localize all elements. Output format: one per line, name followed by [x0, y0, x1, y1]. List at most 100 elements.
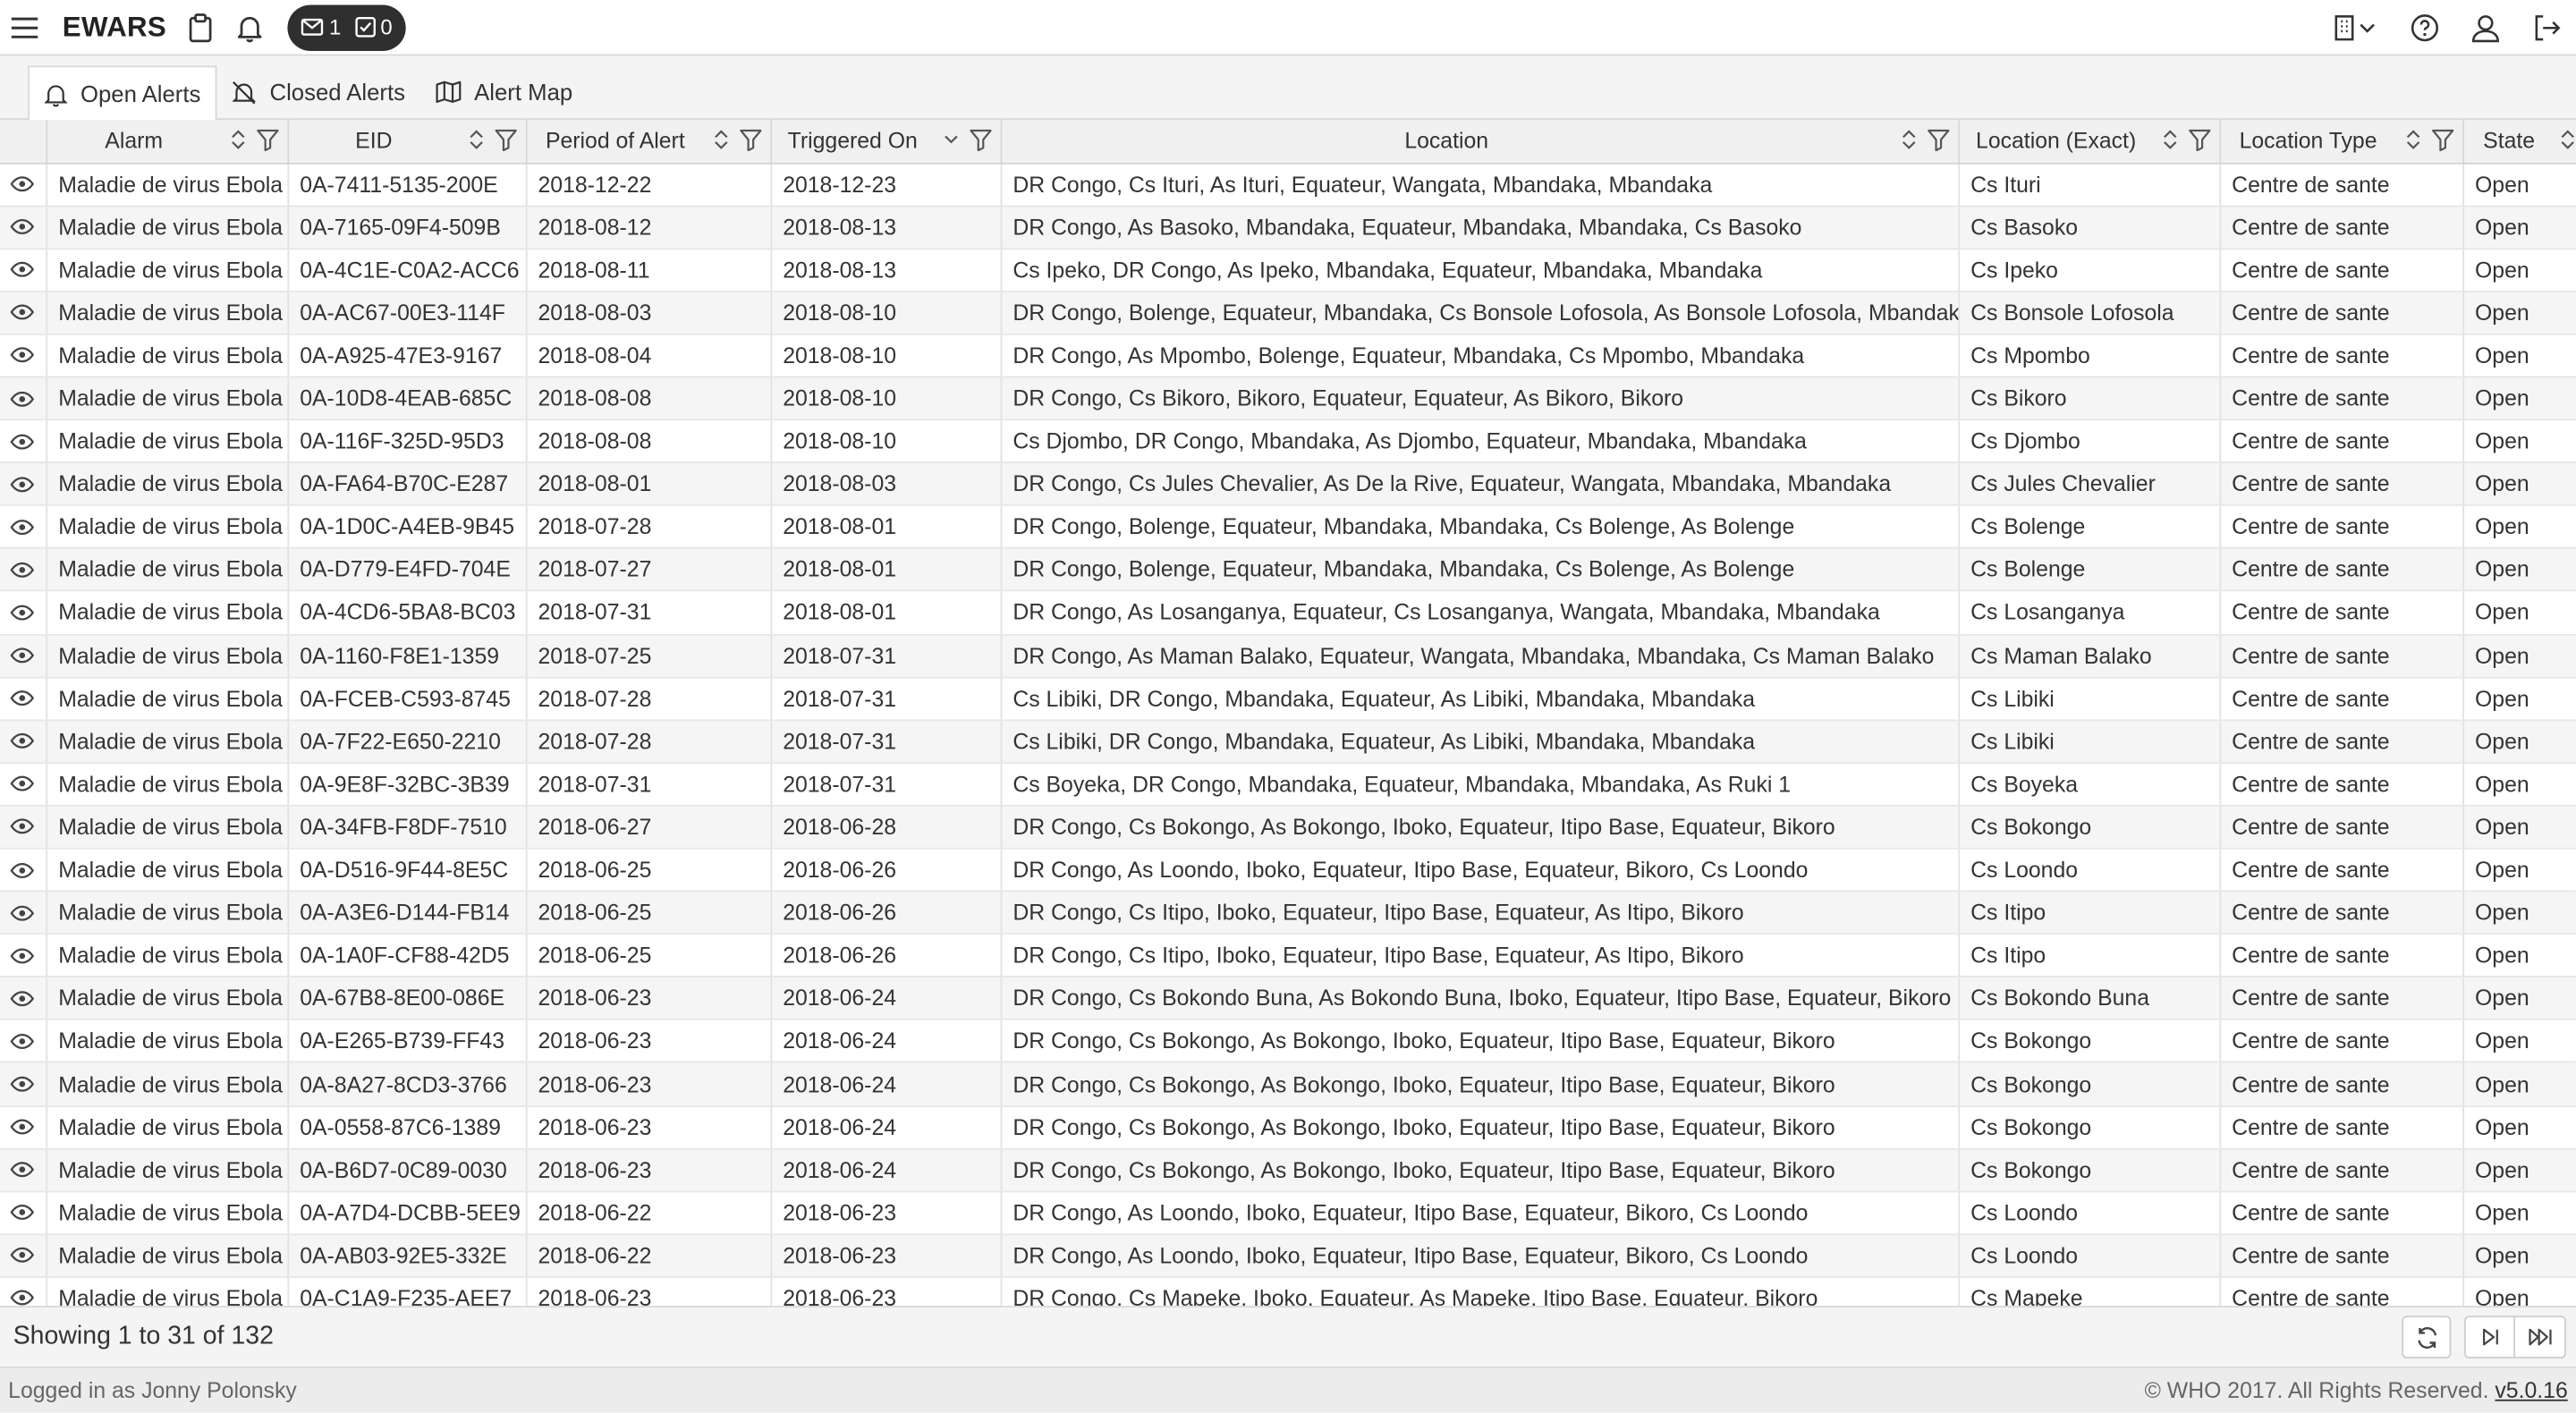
- header-state[interactable]: State: [2462, 120, 2576, 164]
- table-row[interactable]: Maladie de virus Ebola 0A-1D0C-A4EB-9B45 2…: [0, 505, 2576, 550]
- view-alert-eye-icon[interactable]: [0, 591, 47, 635]
- sort-icon[interactable]: [2404, 128, 2420, 151]
- tab-closed-alerts[interactable]: Closed Alerts: [217, 65, 420, 118]
- version-link[interactable]: v5.0.16: [2495, 1378, 2567, 1403]
- table-row[interactable]: Maladie de virus Ebola 0A-34FB-F8DF-7510 2…: [0, 805, 2576, 850]
- table-row[interactable]: Maladie de virus Ebola 0A-7F22-E650-2210 2…: [0, 719, 2576, 764]
- sort-icon[interactable]: [712, 128, 728, 151]
- sort-icon[interactable]: [1900, 128, 1916, 151]
- bell-icon[interactable]: [225, 0, 275, 55]
- table-row[interactable]: Maladie de virus Ebola 0A-FA64-B70C-E287 2…: [0, 462, 2576, 507]
- tab-open-alerts[interactable]: Open Alerts: [28, 65, 217, 121]
- menu-icon[interactable]: [0, 0, 49, 55]
- organization-dropdown[interactable]: [2321, 0, 2394, 55]
- view-alert-eye-icon[interactable]: [0, 1148, 47, 1192]
- view-alert-eye-icon[interactable]: [0, 505, 47, 550]
- view-alert-eye-icon[interactable]: [0, 891, 47, 935]
- logout-icon[interactable]: [2515, 0, 2576, 55]
- filter-icon[interactable]: [969, 128, 992, 151]
- header-location-exact[interactable]: Location (Exact): [1958, 120, 2221, 164]
- view-alert-eye-icon[interactable]: [0, 162, 47, 207]
- table-row[interactable]: Maladie de virus Ebola 0A-A925-47E3-9167 2…: [0, 334, 2576, 378]
- table-row[interactable]: Maladie de virus Ebola 0A-7165-09F4-509B 2…: [0, 205, 2576, 250]
- app-brand[interactable]: EWARS: [63, 11, 166, 44]
- filter-icon[interactable]: [1927, 128, 1950, 151]
- view-alert-eye-icon[interactable]: [0, 1062, 47, 1107]
- view-alert-eye-icon[interactable]: [0, 1191, 47, 1235]
- header-eid[interactable]: EID: [287, 120, 527, 164]
- view-alert-eye-icon[interactable]: [0, 805, 47, 850]
- table-row[interactable]: Maladie de virus Ebola 0A-1160-F8E1-1359 2…: [0, 634, 2576, 678]
- table-row[interactable]: Maladie de virus Ebola 0A-8A27-8CD3-3766 2…: [0, 1062, 2576, 1107]
- view-alert-eye-icon[interactable]: [0, 977, 47, 1021]
- view-alert-eye-icon[interactable]: [0, 377, 47, 421]
- tasks-counter[interactable]: 0: [354, 15, 393, 39]
- view-alert-eye-icon[interactable]: [0, 419, 47, 464]
- view-alert-eye-icon[interactable]: [0, 205, 47, 250]
- help-icon[interactable]: [2394, 0, 2454, 55]
- cell-location: DR Congo, Cs Bokongo, As Bokongo, Iboko,…: [1000, 1148, 1960, 1192]
- view-alert-eye-icon[interactable]: [0, 1233, 47, 1278]
- cell-alarm: Maladie de virus Ebola: [46, 334, 289, 378]
- notification-counters[interactable]: 1 0: [288, 4, 406, 51]
- view-alert-eye-icon[interactable]: [0, 676, 47, 721]
- sort-icon[interactable]: [468, 128, 484, 151]
- clipboard-icon[interactable]: [176, 0, 225, 55]
- tab-alert-map[interactable]: Alert Map: [420, 65, 588, 118]
- sort-icon[interactable]: [229, 128, 245, 151]
- refresh-button[interactable]: [2402, 1316, 2452, 1358]
- table-row[interactable]: Maladie de virus Ebola 0A-1A0F-CF88-42D5 2…: [0, 934, 2576, 978]
- table-row[interactable]: Maladie de virus Ebola 0A-A3E6-D144-FB14 2…: [0, 891, 2576, 935]
- user-icon[interactable]: [2454, 0, 2515, 55]
- table-row[interactable]: Maladie de virus Ebola 0A-116F-325D-95D3 2…: [0, 419, 2576, 464]
- filter-icon[interactable]: [2188, 128, 2211, 151]
- logged-in-text: Logged in as Jonny Polonsky: [8, 1377, 297, 1403]
- sort-icon[interactable]: [2559, 128, 2574, 151]
- view-alert-eye-icon[interactable]: [0, 291, 47, 335]
- table-row[interactable]: Maladie de virus Ebola 0A-FCEB-C593-8745 2…: [0, 676, 2576, 721]
- table-row[interactable]: Maladie de virus Ebola 0A-AB03-92E5-332E 2…: [0, 1233, 2576, 1278]
- filter-icon[interactable]: [256, 128, 279, 151]
- table-row[interactable]: Maladie de virus Ebola 0A-AC67-00E3-114F 2…: [0, 291, 2576, 335]
- cell-location: DR Congo, Bolenge, Equateur, Mbandaka, M…: [1000, 548, 1960, 593]
- table-row[interactable]: Maladie de virus Ebola 0A-D516-9F44-8E5C 2…: [0, 848, 2576, 893]
- cell-period-of-alert: 2018-07-31: [525, 762, 772, 807]
- sort-desc-icon[interactable]: [942, 128, 958, 151]
- table-row[interactable]: Maladie de virus Ebola 0A-C1A9-F235-AEE7 2…: [0, 1276, 2576, 1307]
- table-row[interactable]: Maladie de virus Ebola 0A-0558-87C6-1389 2…: [0, 1105, 2576, 1150]
- table-row[interactable]: Maladie de virus Ebola 0A-67B8-8E00-086E 2…: [0, 977, 2576, 1021]
- view-alert-eye-icon[interactable]: [0, 1276, 47, 1307]
- filter-icon[interactable]: [2430, 128, 2453, 151]
- view-alert-eye-icon[interactable]: [0, 719, 47, 764]
- view-alert-eye-icon[interactable]: [0, 1105, 47, 1150]
- header-location-type[interactable]: Location Type: [2219, 120, 2464, 164]
- table-row[interactable]: Maladie de virus Ebola 0A-B6D7-0C89-0030 2…: [0, 1148, 2576, 1192]
- last-page-button[interactable]: [2515, 1317, 2564, 1357]
- table-row[interactable]: Maladie de virus Ebola 0A-D779-E4FD-704E 2…: [0, 548, 2576, 593]
- table-row[interactable]: Maladie de virus Ebola 0A-4CD6-5BA8-BC03 2…: [0, 591, 2576, 635]
- sort-icon[interactable]: [2161, 128, 2177, 151]
- view-alert-eye-icon[interactable]: [0, 462, 47, 507]
- header-period-of-alert[interactable]: Period of Alert: [525, 120, 772, 164]
- messages-counter[interactable]: 1: [301, 15, 341, 39]
- header-alarm[interactable]: Alarm: [46, 120, 289, 164]
- view-alert-eye-icon[interactable]: [0, 248, 47, 292]
- view-alert-eye-icon[interactable]: [0, 848, 47, 893]
- next-page-button[interactable]: [2466, 1317, 2515, 1358]
- header-triggered-on[interactable]: Triggered On: [770, 120, 1002, 164]
- view-alert-eye-icon[interactable]: [0, 762, 47, 807]
- table-row[interactable]: Maladie de virus Ebola 0A-E265-B739-FF43 2…: [0, 1020, 2576, 1064]
- table-row[interactable]: Maladie de virus Ebola 0A-9E8F-32BC-3B39 2…: [0, 762, 2576, 807]
- header-location[interactable]: Location: [1000, 120, 1960, 164]
- table-row[interactable]: Maladie de virus Ebola 0A-4C1E-C0A2-ACC6 2…: [0, 248, 2576, 292]
- table-row[interactable]: Maladie de virus Ebola 0A-A7D4-DCBB-5EE9 2…: [0, 1191, 2576, 1235]
- filter-icon[interactable]: [494, 128, 517, 151]
- table-row[interactable]: Maladie de virus Ebola 0A-7411-5135-200E 2…: [0, 162, 2576, 207]
- filter-icon[interactable]: [739, 128, 762, 151]
- view-alert-eye-icon[interactable]: [0, 548, 47, 593]
- view-alert-eye-icon[interactable]: [0, 634, 47, 678]
- view-alert-eye-icon[interactable]: [0, 334, 47, 378]
- view-alert-eye-icon[interactable]: [0, 934, 47, 978]
- view-alert-eye-icon[interactable]: [0, 1020, 47, 1064]
- table-row[interactable]: Maladie de virus Ebola 0A-10D8-4EAB-685C 2…: [0, 377, 2576, 421]
